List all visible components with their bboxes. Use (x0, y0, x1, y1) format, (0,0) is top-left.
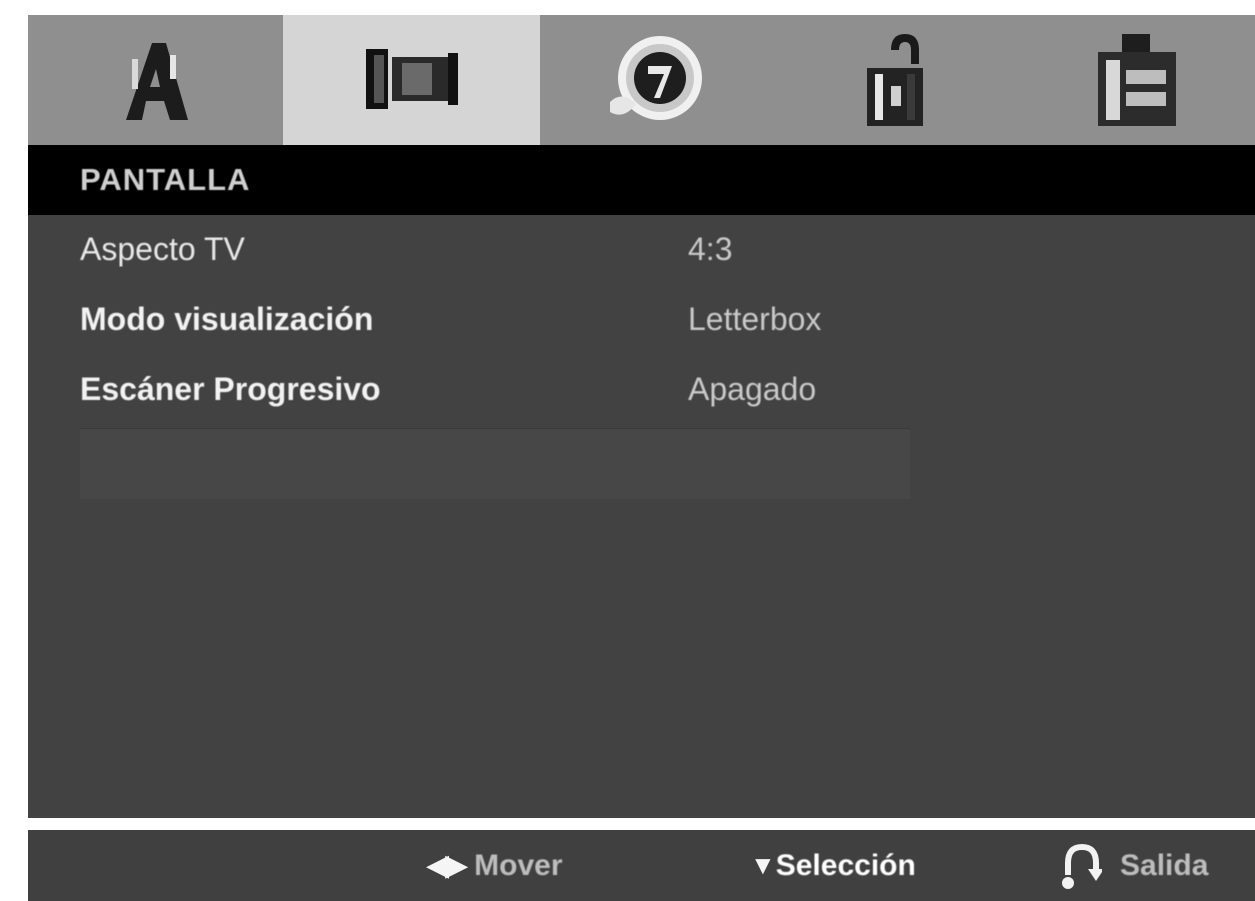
hint-select-label: Selección (775, 848, 916, 882)
setup-menu: PANTALLA Aspecto TV 4:3 Modo visualizaci… (28, 15, 1255, 901)
section-header: PANTALLA (28, 145, 1255, 215)
hint-select: ▼ Selección (750, 830, 916, 901)
section-title: PANTALLA (80, 162, 251, 197)
hint-move-label: Mover (474, 848, 563, 882)
menu-item-tv-aspect[interactable]: Aspecto TV 4:3 (28, 217, 1255, 287)
menu-item-display-mode[interactable]: Modo visualización Letterbox (28, 287, 1255, 357)
display-icon (365, 49, 458, 109)
tab-bar (28, 15, 1255, 145)
hint-bar: ◀▶ Mover ▼ Selección Salida (28, 830, 1255, 901)
empty-menu-slot (80, 428, 910, 499)
menu-item-label: Escáner Progresivo (80, 371, 381, 407)
others-icon (1097, 34, 1176, 126)
menu-item-progressive-scan[interactable]: Escáner Progresivo Apagado (28, 357, 1255, 427)
down-arrow-icon: ▼ (750, 850, 776, 880)
hint-exit: Salida (1062, 830, 1208, 901)
tab-lock[interactable] (773, 15, 1018, 145)
tab-audio[interactable] (540, 15, 773, 145)
lock-icon (866, 34, 923, 126)
language-icon (125, 43, 188, 120)
menu-item-label: Aspecto TV (80, 231, 245, 267)
tab-others[interactable] (1018, 15, 1255, 145)
tab-display[interactable] (283, 15, 540, 145)
divider (28, 818, 1255, 830)
menu-panel: Aspecto TV 4:3 Modo visualización Letter… (28, 215, 1255, 818)
left-right-arrows-icon: ◀▶ (426, 849, 468, 882)
hint-exit-label: Salida (1120, 848, 1209, 882)
menu-item-value: Apagado (688, 371, 817, 407)
return-icon (1062, 843, 1102, 889)
audio-icon (609, 36, 702, 120)
tab-language[interactable] (28, 15, 283, 145)
menu-item-value: 4:3 (688, 231, 733, 267)
menu-item-value: Letterbox (688, 301, 822, 337)
hint-move: ◀▶ Mover (426, 830, 563, 901)
menu-item-label: Modo visualización (80, 301, 374, 337)
